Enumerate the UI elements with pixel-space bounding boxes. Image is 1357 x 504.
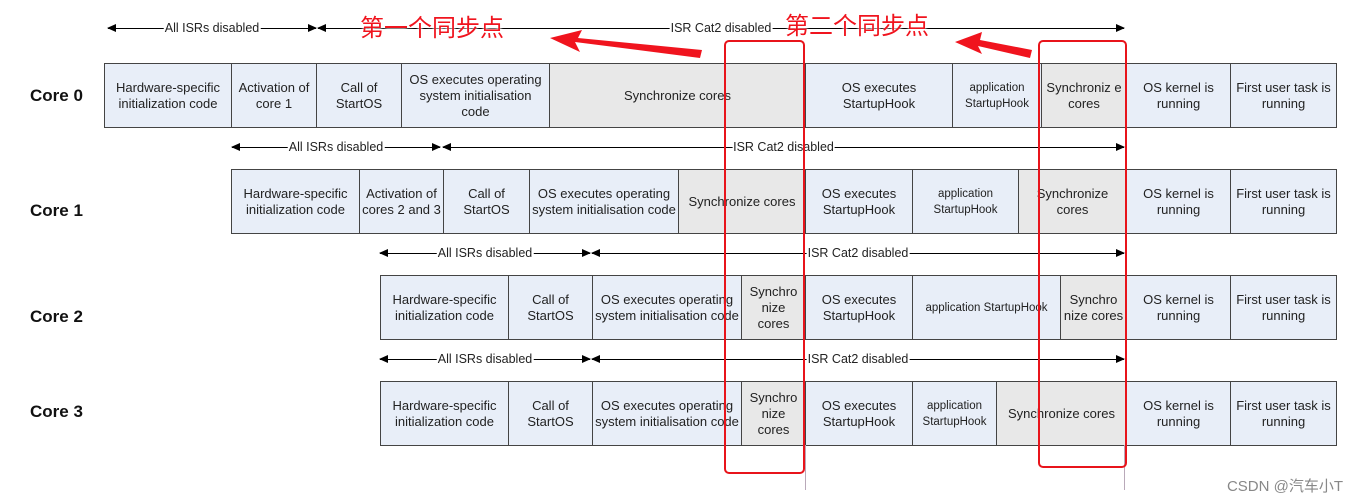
red-arrow-2: [955, 32, 1032, 58]
sync-point-2-label: 第二个同步点: [785, 12, 929, 40]
red-arrow-1: [550, 30, 702, 58]
sync-point-1-label: 第一个同步点: [360, 14, 504, 42]
watermark: CSDN @汽车小T: [1226, 478, 1343, 495]
annotation-arrows: [550, 30, 1032, 58]
